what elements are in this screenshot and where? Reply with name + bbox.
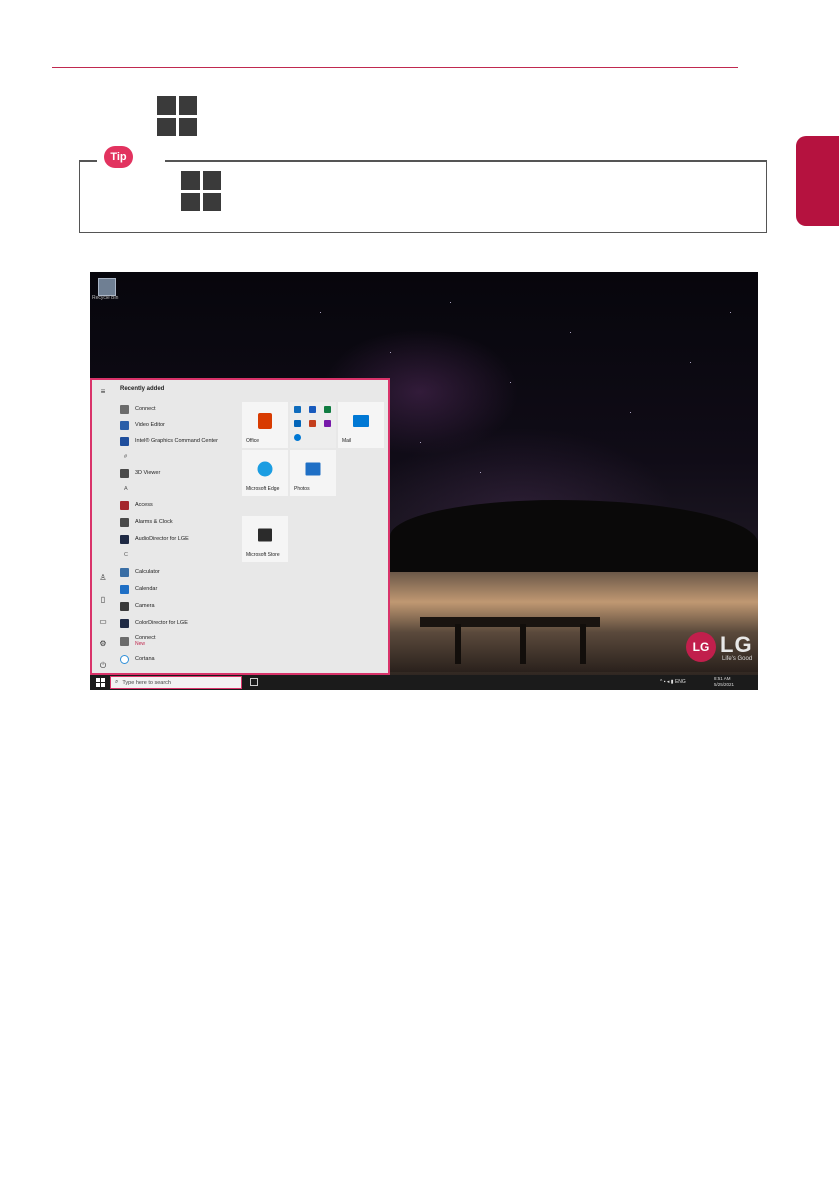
desktop-screenshot: Recycle Bin LG LG Life's Good ≡ ♙ ▯ ▭ ⚙ … <box>90 272 758 690</box>
dock <box>420 617 600 627</box>
settings-icon[interactable]: ⚙ <box>97 638 109 650</box>
task-view-icon[interactable] <box>250 678 258 686</box>
excel-icon <box>324 406 331 413</box>
colordirector-icon <box>120 618 129 628</box>
taskbar-clock[interactable]: 8:51 AM 5/25/2021 <box>714 676 734 688</box>
tray-lang: ENG <box>674 679 686 685</box>
start-rail: ≡ ♙ ▯ ▭ ⚙ ⏻ <box>92 380 114 673</box>
app-access[interactable]: Access <box>120 498 153 512</box>
skype-icon <box>294 434 301 441</box>
search-placeholder: Type here to search <box>122 679 171 686</box>
letter-header[interactable]: # <box>124 454 127 460</box>
letter-header[interactable]: C <box>124 552 128 558</box>
taskbar: ⌕ Type here to search ^ ▪ ◂ ▮ ENG 8:51 A… <box>90 675 758 690</box>
tip-badge: Tip <box>104 146 133 168</box>
app-calculator[interactable]: Calculator <box>120 565 160 579</box>
recently-added-heading: Recently added <box>120 386 165 392</box>
start-menu: ≡ ♙ ▯ ▭ ⚙ ⏻ Recently added Connect Video… <box>90 378 390 675</box>
taskbar-search-box[interactable]: ⌕ Type here to search <box>110 676 242 689</box>
camera-icon <box>120 601 129 611</box>
app-audiodirector[interactable]: AudioDirector for LGE <box>120 532 189 546</box>
windows-logo-icon <box>181 171 221 211</box>
app-calendar[interactable]: Calendar <box>120 582 157 596</box>
access-icon <box>120 500 129 510</box>
calculator-icon <box>120 567 129 577</box>
word-icon <box>309 406 316 413</box>
recycle-bin-label: Recycle Bin <box>92 295 119 301</box>
photos-icon <box>305 462 321 476</box>
powerpoint-icon <box>309 420 316 427</box>
app-colordirector[interactable]: ColorDirector for LGE <box>120 616 188 630</box>
letter-header[interactable]: A <box>124 486 128 492</box>
app-intel-graphics[interactable]: Intel® Graphics Command Center <box>120 434 218 448</box>
app-connect[interactable]: Connect <box>120 402 156 416</box>
tile-store[interactable]: Microsoft Store <box>242 516 288 562</box>
cortana-icon <box>120 654 129 664</box>
tile-mail[interactable]: Mail <box>338 402 384 448</box>
header-rule <box>52 67 738 68</box>
3d-viewer-icon <box>120 468 129 478</box>
app-alarms-clock[interactable]: Alarms & Clock <box>120 515 173 529</box>
lg-slogan: Life's Good <box>722 656 753 662</box>
alarms-icon <box>120 517 129 527</box>
store-icon <box>258 528 272 542</box>
app-connect-new[interactable]: Connect New <box>120 632 156 650</box>
documents-icon[interactable]: ▯ <box>97 594 109 606</box>
windows-logo-icon <box>157 96 197 136</box>
mail-icon <box>353 415 369 428</box>
onedrive-icon <box>294 420 301 427</box>
app-3d-viewer[interactable]: 3D Viewer <box>120 466 160 480</box>
office-icon <box>258 413 272 430</box>
intel-graphics-icon <box>120 436 129 446</box>
app-camera[interactable]: Camera <box>120 599 155 613</box>
onenote-icon <box>324 420 331 427</box>
tile-edge[interactable]: Microsoft Edge <box>242 450 288 496</box>
edge-icon <box>257 461 273 477</box>
audiodirector-icon <box>120 534 129 544</box>
outlook-icon <box>294 406 301 413</box>
connect-icon <box>120 404 129 414</box>
app-video-editor[interactable]: Video Editor <box>120 418 165 432</box>
side-tab <box>796 136 839 226</box>
start-button[interactable] <box>96 678 105 687</box>
tile-office[interactable]: Office <box>242 402 288 448</box>
tile-office-apps-group[interactable] <box>290 402 336 448</box>
system-tray[interactable]: ^ ▪ ◂ ▮ ENG <box>660 679 686 685</box>
pictures-icon[interactable]: ▭ <box>97 616 109 628</box>
power-icon[interactable]: ⏻ <box>97 660 109 672</box>
app-cortana[interactable]: Cortana <box>120 652 155 666</box>
tray-icons: ^ ▪ ◂ ▮ <box>660 679 675 685</box>
user-icon[interactable]: ♙ <box>97 572 109 584</box>
hamburger-icon[interactable]: ≡ <box>97 386 109 398</box>
search-icon: ⌕ <box>115 679 119 685</box>
lg-wordmark: LG <box>720 632 753 657</box>
connect-icon <box>120 636 129 646</box>
recycle-bin-icon[interactable] <box>98 278 116 296</box>
calendar-icon <box>120 584 129 594</box>
lg-logo-icon: LG <box>686 632 716 662</box>
hill <box>390 500 758 580</box>
video-editor-icon <box>120 420 129 430</box>
tile-photos[interactable]: Photos <box>290 450 336 496</box>
